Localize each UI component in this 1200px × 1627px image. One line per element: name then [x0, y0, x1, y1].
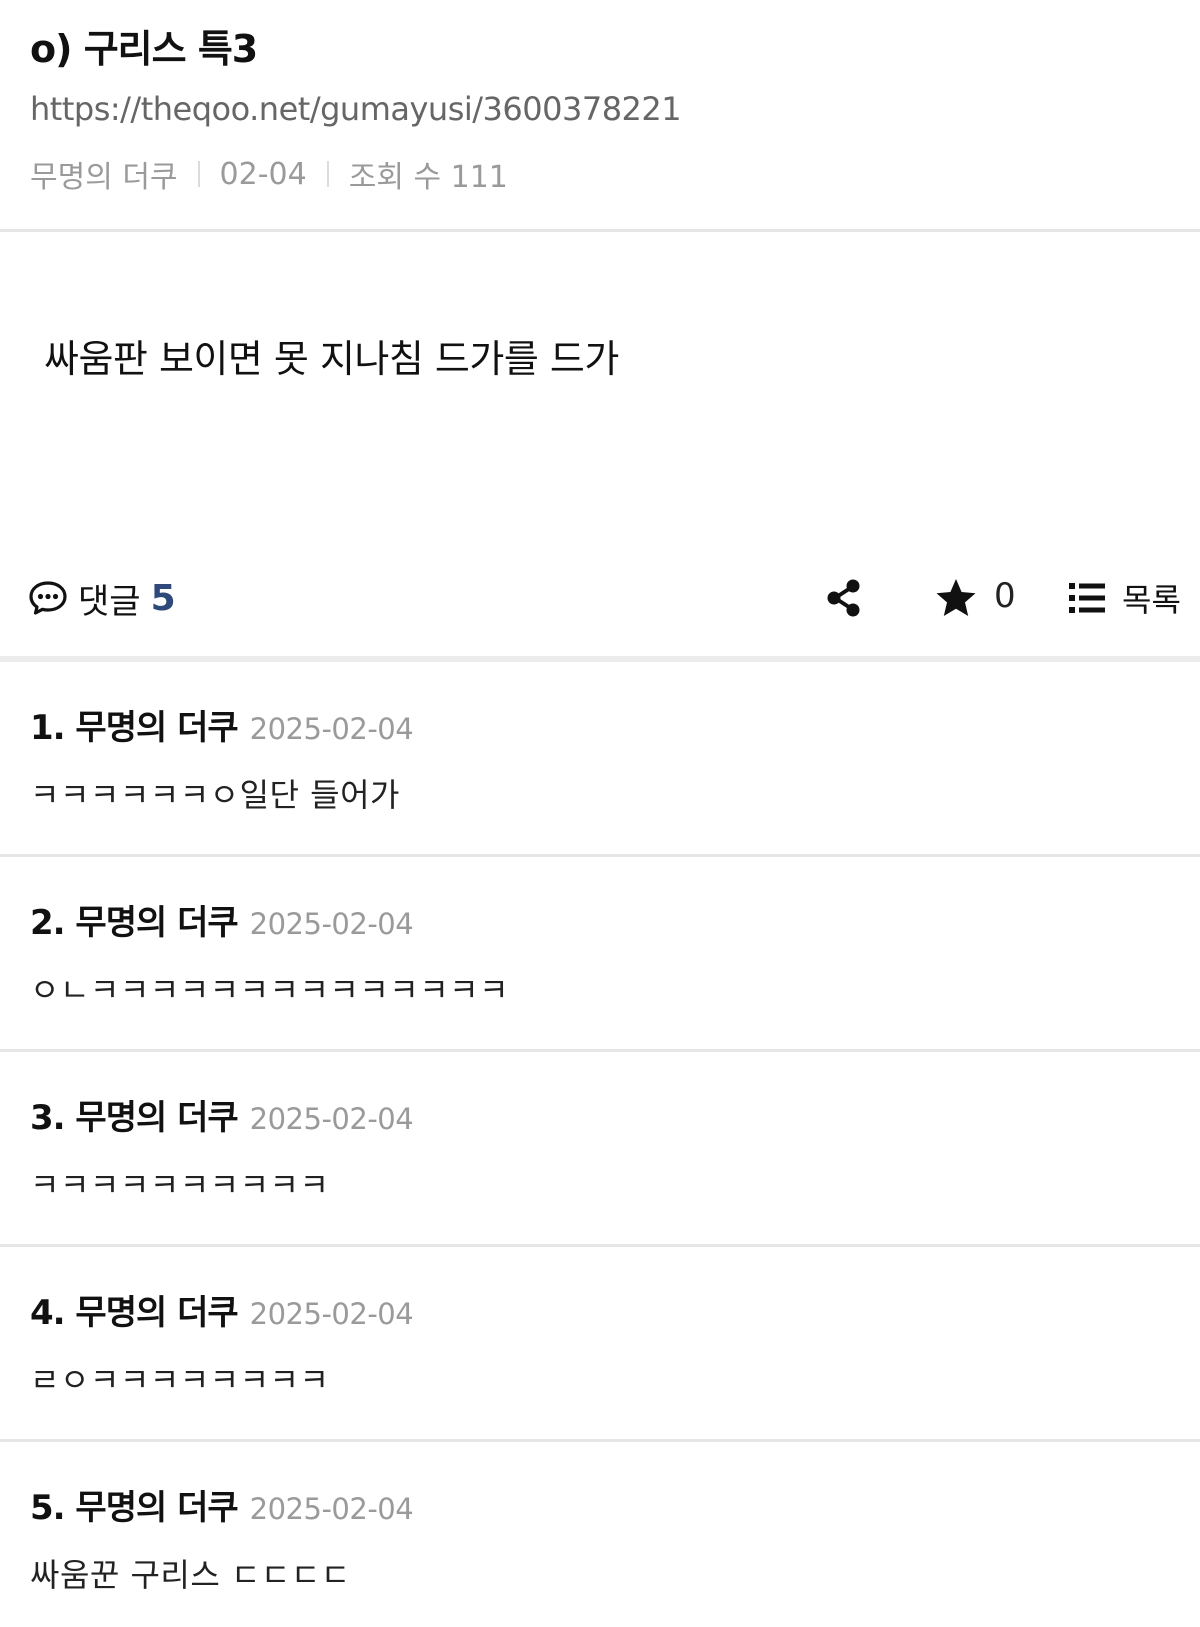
list-label: 목록 — [1122, 581, 1181, 619]
post-views: 조회 수 111 — [348, 160, 508, 195]
comment-text: 싸움꾼 구리스 ㄷㄷㄷㄷ — [30, 1556, 351, 1594]
comment-date: 2025-02-04 — [249, 1102, 414, 1136]
share-button[interactable] — [824, 578, 864, 618]
comment-author: 4. 무명의 더쿠 — [30, 1293, 239, 1333]
comment-date: 2025-02-04 — [249, 1297, 414, 1331]
comment-author: 2. 무명의 더쿠 — [30, 903, 239, 943]
meta-separator — [197, 161, 200, 187]
comment-text: ㄹㅇㅋㅋㅋㅋㅋㅋㅋㅋ — [30, 1361, 330, 1399]
post-url-link[interactable]: https://theqoo.net/gumayusi/3600378221 — [30, 90, 682, 128]
share-icon — [827, 579, 860, 617]
post-content: 싸움판 보이면 못 지나침 드가를 드가 — [44, 337, 619, 381]
list-button[interactable]: 목록 — [1068, 576, 1181, 620]
comment-date: 2025-02-04 — [249, 712, 414, 746]
comment-item: 4. 무명의 더쿠 2025-02-04 ㄹㅇㅋㅋㅋㅋㅋㅋㅋㅋ — [0, 1247, 1200, 1442]
meta-separator — [326, 161, 329, 187]
comment-label: 댓글 — [78, 581, 141, 622]
comment-text: ㅋㅋㅋㅋㅋㅋㅋㅋㅋㅋ — [30, 1166, 330, 1204]
comment-count-button[interactable]: 댓글 5 — [28, 570, 176, 626]
comment-author: 3. 무명의 더쿠 — [30, 1098, 239, 1138]
comment-count: 5 — [150, 577, 176, 619]
header-divider — [0, 229, 1200, 232]
star-icon — [936, 579, 976, 616]
comment-date: 2025-02-04 — [249, 1492, 414, 1526]
comment-author: 1. 무명의 더쿠 — [30, 708, 239, 748]
post-meta: 무명의 더쿠 02-04 조회 수 111 — [30, 152, 508, 196]
comment-author: 5. 무명의 더쿠 — [30, 1488, 239, 1528]
comment-item: 2. 무명의 더쿠 2025-02-04 ㅇㄴㅋㅋㅋㅋㅋㅋㅋㅋㅋㅋㅋㅋㅋㅋ — [0, 857, 1200, 1052]
post-toolbar: 댓글 5 0 목록 — [0, 570, 1200, 626]
comment-item: 1. 무명의 더쿠 2025-02-04 ㅋㅋㅋㅋㅋㅋㅇ일단 들어가 — [0, 662, 1200, 857]
speech-bubble-icon — [29, 581, 67, 615]
comment-date: 2025-02-04 — [249, 907, 414, 941]
comment-item: 5. 무명의 더쿠 2025-02-04 싸움꾼 구리스 ㄷㄷㄷㄷ — [0, 1442, 1200, 1627]
comment-text: ㅋㅋㅋㅋㅋㅋㅇ일단 들어가 — [30, 776, 400, 814]
comment-text: ㅇㄴㅋㅋㅋㅋㅋㅋㅋㅋㅋㅋㅋㅋㅋㅋ — [30, 971, 510, 1009]
post-title: o) 구리스 특3 — [30, 27, 258, 71]
recommend-count: 0 — [994, 576, 1016, 616]
list-icon — [1069, 583, 1105, 613]
recommend-button[interactable] — [934, 576, 978, 620]
post-author: 무명의 더쿠 — [30, 160, 178, 195]
comment-item: 3. 무명의 더쿠 2025-02-04 ㅋㅋㅋㅋㅋㅋㅋㅋㅋㅋ — [0, 1052, 1200, 1247]
post-date: 02-04 — [219, 156, 307, 192]
